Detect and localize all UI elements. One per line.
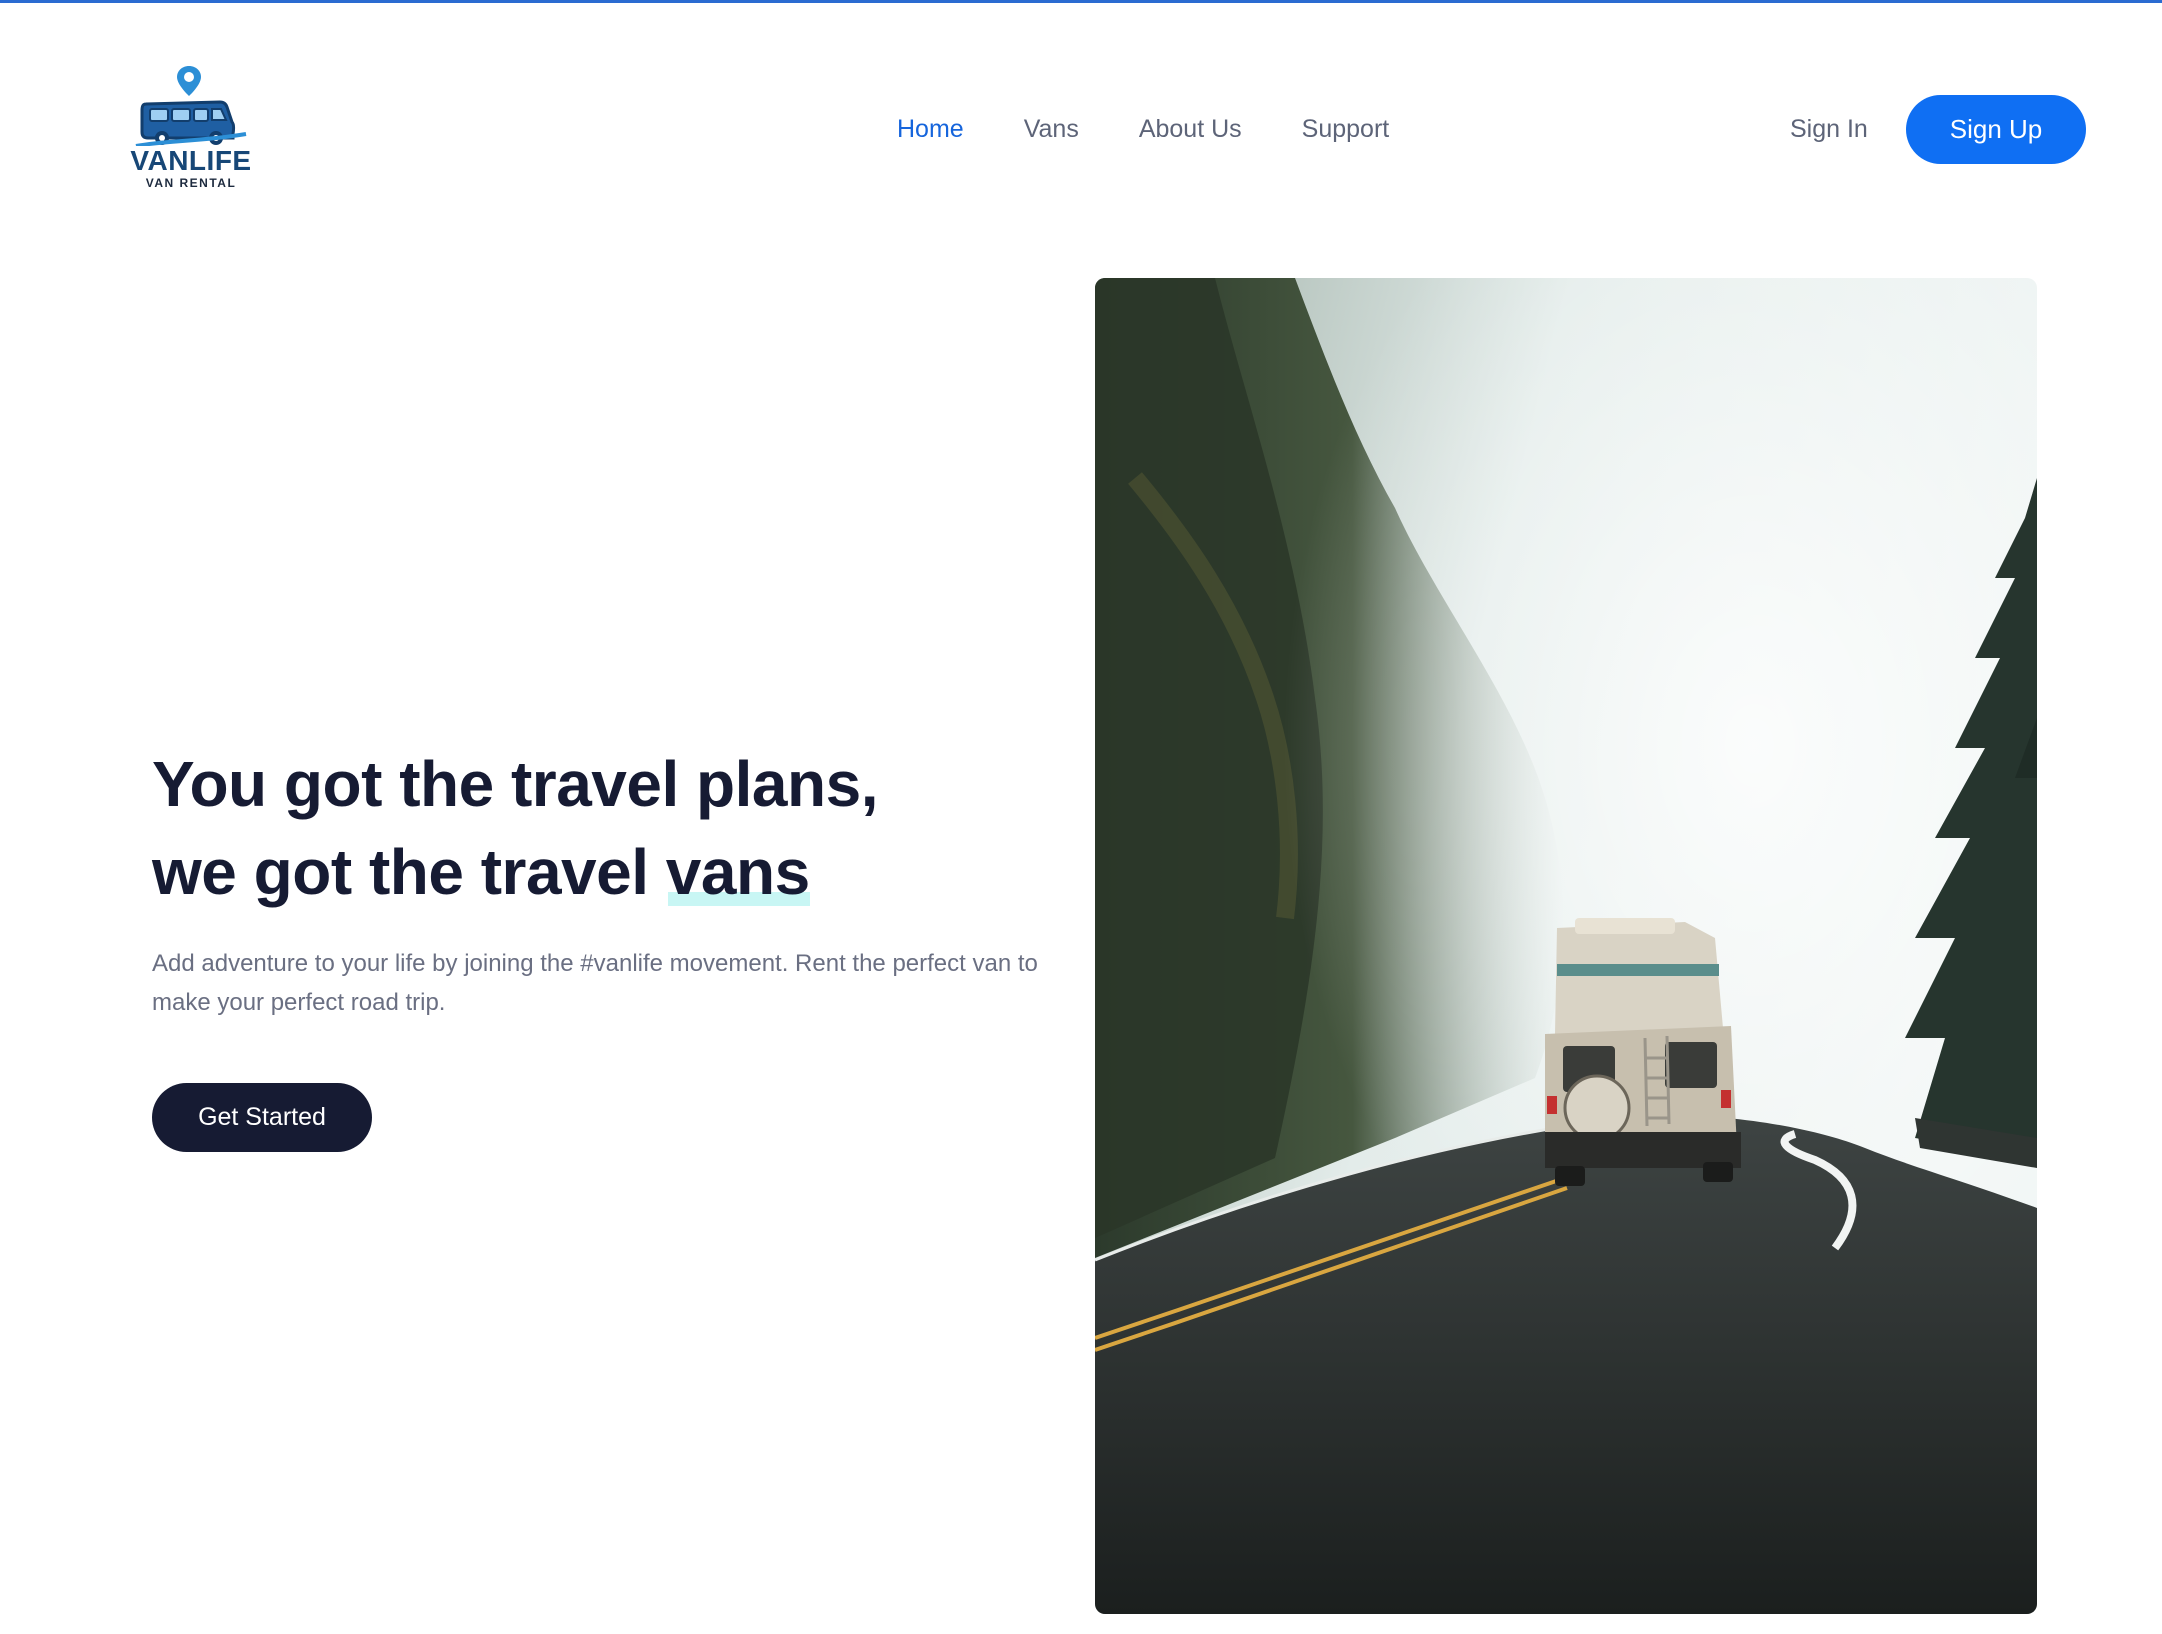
main-nav: Home Vans About Us Support bbox=[897, 112, 1389, 146]
brand-logo[interactable]: VANLIFE VAN RENTAL bbox=[128, 64, 254, 196]
hero-title-line2: we got the travel bbox=[152, 836, 666, 908]
hero-title-highlight: vans bbox=[666, 828, 810, 916]
van-with-location-pin-icon bbox=[135, 66, 247, 146]
camper-van bbox=[1545, 918, 1741, 1186]
nav-item-vans[interactable]: Vans bbox=[1024, 112, 1079, 146]
brand-tagline: VAN RENTAL bbox=[145, 176, 237, 190]
nav-item-about-us[interactable]: About Us bbox=[1139, 112, 1242, 146]
top-accent-bar bbox=[0, 0, 2162, 3]
nav-item-support[interactable]: Support bbox=[1302, 112, 1390, 146]
hero-image bbox=[1095, 278, 2037, 1614]
hero-subtitle: Add adventure to your life by joining th… bbox=[152, 950, 1038, 1016]
hero-title: You got the travel plans, we got the tra… bbox=[152, 740, 1092, 916]
sign-up-button[interactable]: Sign Up bbox=[1906, 95, 2086, 164]
nav-item-home[interactable]: Home bbox=[897, 112, 964, 146]
camper-van-on-foggy-forest-road bbox=[1095, 278, 2037, 1614]
hero-title-line1: You got the travel plans, bbox=[152, 748, 878, 820]
brand-name: VANLIFE bbox=[130, 145, 252, 176]
sign-in-link[interactable]: Sign In bbox=[1790, 112, 1868, 146]
get-started-button[interactable]: Get Started bbox=[152, 1083, 372, 1152]
